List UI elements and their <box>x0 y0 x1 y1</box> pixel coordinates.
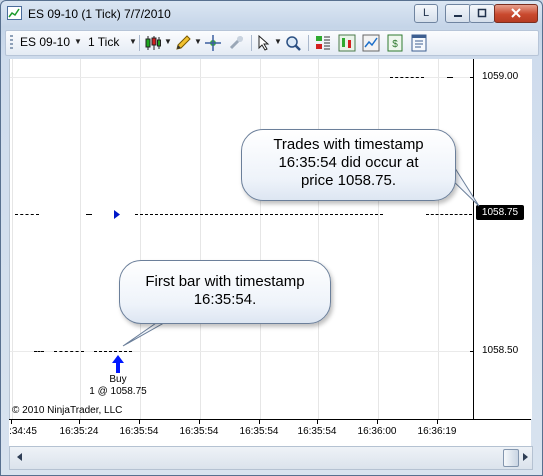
scrollbar-thumb[interactable] <box>503 449 519 467</box>
callout-text: price 1058.75. <box>300 172 397 189</box>
callout-text: 16:35:54 did occur at <box>278 154 419 171</box>
callout-text: Trades with timestamp <box>273 136 424 153</box>
chart-window: ES 09-10 (1 Tick) 7/7/2010 L ES 09-10 ▼ … <box>0 0 543 476</box>
callout-trades-timestamp: Trades with timestamp 16:35:54 did occur… <box>241 129 456 201</box>
callout-tails <box>122 163 480 347</box>
callout-first-bar: First bar with timestamp 16:35:54. <box>119 260 331 324</box>
callout-text: First bar with timestamp <box>145 273 305 290</box>
scroll-right-icon[interactable] <box>518 450 532 464</box>
callout-text: 16:35:54. <box>193 291 257 308</box>
scroll-left-icon[interactable] <box>13 450 27 464</box>
horizontal-scrollbar[interactable] <box>9 446 533 470</box>
